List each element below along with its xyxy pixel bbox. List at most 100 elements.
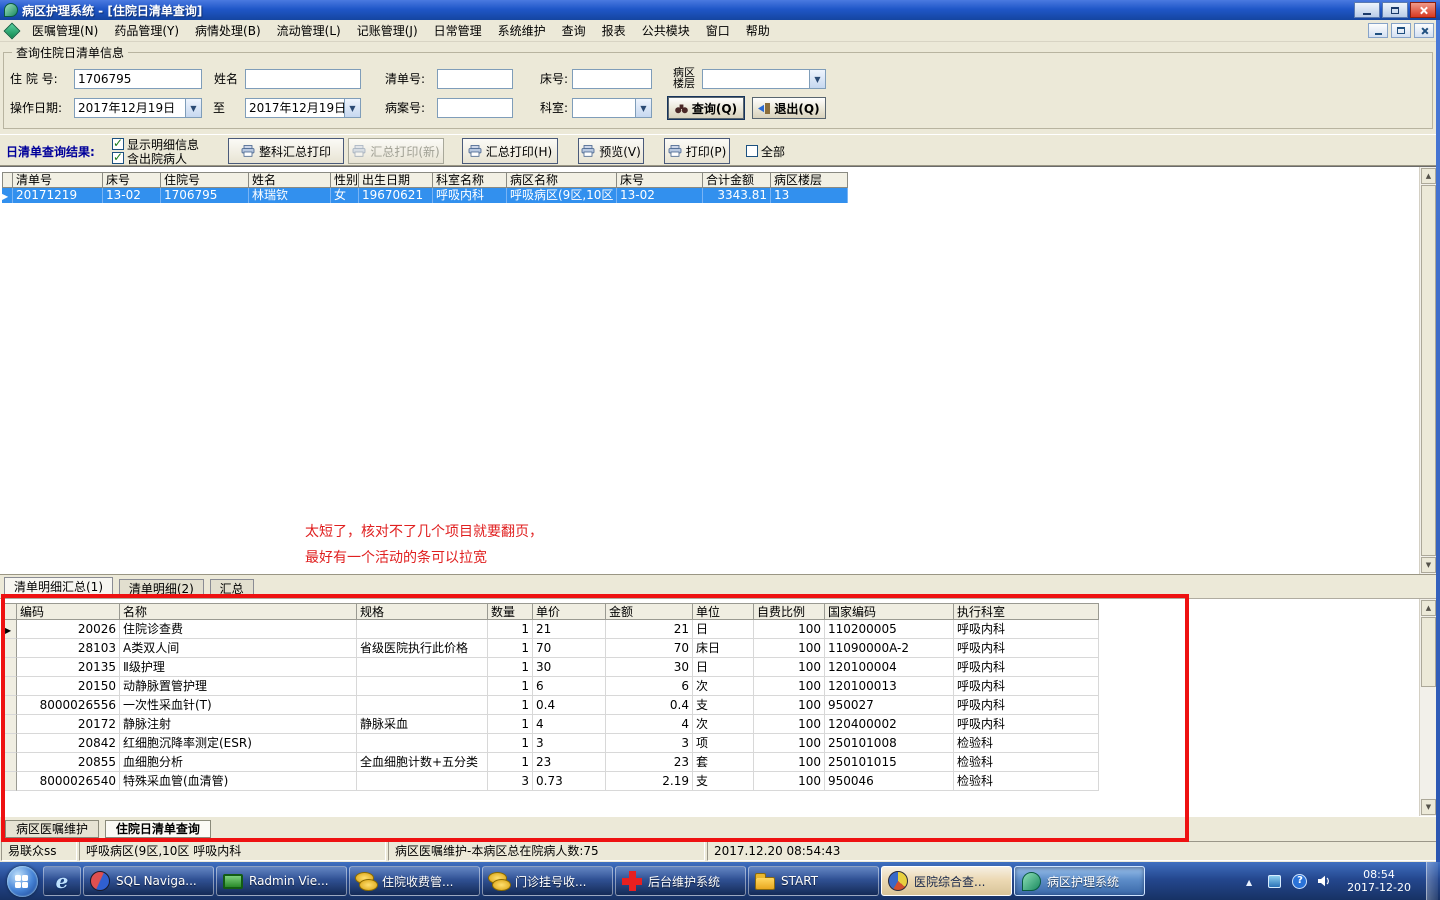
query-button[interactable]: 查询(Q)	[668, 97, 744, 119]
taskbar-button-radmin-viewer[interactable]: Radmin Vie...	[216, 866, 347, 896]
tab-summary[interactable]: 汇总	[209, 579, 254, 598]
menu-item[interactable]: 药品管理(Y)	[106, 19, 187, 42]
name-label: 姓名	[214, 72, 239, 86]
taskbar-button-inpatient-fee[interactable]: 住院收费管...	[349, 866, 480, 896]
menu-item[interactable]: 记账管理(J)	[349, 19, 426, 42]
summary-print-button[interactable]: 汇总打印(H)	[462, 138, 558, 164]
menu-item[interactable]: 窗口	[698, 19, 738, 42]
all-checkbox[interactable]: 全部	[746, 144, 785, 159]
detail-pane: 编码 名称 规格 数量 单价 金额 单位 自费比例 国家编码 执行科室 2002…	[0, 598, 1440, 816]
tab-inpatient-daily-list-query[interactable]: 住院日清单查询	[104, 820, 211, 838]
header-admission-no: 住院号	[161, 172, 249, 188]
bed-no-input[interactable]	[572, 69, 652, 89]
cell-self-pay-ratio: 100	[754, 696, 825, 715]
preview-button[interactable]: 预览(V)	[578, 138, 644, 164]
detail-grid-row[interactable]: 20842 红细胞沉降率测定(ESR) 1 3 3 项 100 25010100…	[4, 734, 1099, 753]
start-button[interactable]	[7, 865, 38, 897]
ward-floor-combo[interactable]	[702, 69, 826, 89]
checkbox-unchecked-icon	[746, 145, 758, 157]
taskbar-button-label: 门诊挂号收...	[515, 874, 587, 889]
tray-app-icon[interactable]	[1266, 873, 1282, 889]
name-input[interactable]	[245, 69, 361, 89]
detail-grid-row[interactable]: 28103 A类双人间 省级医院执行此价格 1 70 70 床日 100 110…	[4, 639, 1099, 658]
tray-help-icon[interactable]	[1291, 873, 1307, 889]
dropdown-arrow-icon[interactable]	[635, 99, 651, 117]
cell-spec	[357, 677, 488, 696]
volume-icon[interactable]	[1316, 873, 1332, 889]
menu-item[interactable]: 报表	[594, 19, 634, 42]
detail-grid-row[interactable]: 20855 血细胞分析 全血细胞计数+五分类 1 23 23 套 100 250…	[4, 753, 1099, 772]
show-desktop-button[interactable]	[1426, 862, 1438, 900]
menu-item[interactable]: 查询	[554, 19, 594, 42]
date-to-combo[interactable]: 2017年12月19日	[245, 98, 361, 118]
cell-exec-dept: 呼吸内科	[954, 715, 1099, 734]
results-row-selected[interactable]: 20171219 13-02 1706795 林瑞钦 女 19670621 呼吸…	[2, 188, 848, 203]
menu-item[interactable]: 流动管理(L)	[269, 19, 349, 42]
detail-grid-row[interactable]: 20135 Ⅱ级护理 1 30 30 日 100 120100004 呼吸内科	[4, 658, 1099, 677]
scroll-down-icon[interactable]	[1421, 557, 1436, 573]
admission-no-input[interactable]	[74, 69, 202, 89]
cell-qty: 1	[488, 753, 533, 772]
cell-list-no: 20171219	[13, 188, 103, 203]
taskbar-button-start-folder[interactable]: START	[748, 866, 879, 896]
cell-amount: 23	[606, 753, 693, 772]
detail-grid-row[interactable]: 20172 静脉注射 静脉采血 1 4 4 次 100 120400002 呼吸…	[4, 715, 1099, 734]
menu-item[interactable]: 日常管理	[426, 19, 490, 42]
dept-summary-print-button[interactable]: 整科汇总打印	[228, 138, 344, 164]
menu-item[interactable]: 系统维护	[490, 19, 554, 42]
taskbar-button-backend-maintenance[interactable]: 后台维护系统	[615, 866, 746, 896]
scroll-down-icon[interactable]	[1421, 799, 1436, 815]
header-unit: 单位	[693, 603, 754, 620]
dropdown-arrow-icon[interactable]	[809, 70, 825, 88]
menu-item[interactable]: 帮助	[738, 19, 778, 42]
taskbar-button-outpatient-registration[interactable]: 门诊挂号收...	[482, 866, 613, 896]
scroll-up-icon[interactable]	[1421, 600, 1436, 616]
taskbar-button-ward-nursing-system[interactable]: 病区护理系统	[1014, 866, 1145, 896]
detail-grid-row[interactable]: 8000026556 一次性采血针(T) 1 0.4 0.4 支 100 950…	[4, 696, 1099, 715]
scrollbar-thumb[interactable]	[1421, 185, 1436, 556]
tray-chevron-icon[interactable]	[1241, 873, 1257, 889]
taskbar-button-sql-navigator[interactable]: SQL Naviga...	[83, 866, 214, 896]
cell-item-name: A类双人间	[120, 639, 357, 658]
cell-amount: 21	[606, 620, 693, 639]
list-no-input[interactable]	[437, 69, 513, 89]
print-button[interactable]: 打印(P)	[664, 138, 730, 164]
detail-grid-row[interactable]: 8000026540 特殊采血管(血清管) 3 0.73 2.19 支 100 …	[4, 772, 1099, 791]
taskbar-button-hospital-query[interactable]: 医院综合查...	[881, 866, 1012, 896]
menu-item[interactable]: 病情处理(B)	[187, 19, 269, 42]
scrollbar-thumb[interactable]	[1421, 617, 1436, 687]
windows-flag-icon	[15, 874, 28, 888]
scroll-up-icon[interactable]	[1421, 168, 1436, 184]
detail-grid-row[interactable]: 20026 住院诊查费 1 21 21 日 100 110200005 呼吸内科	[4, 620, 1099, 639]
results-scrollbar[interactable]	[1419, 167, 1436, 574]
tab-detail-summary[interactable]: 清单明细汇总(1)	[4, 577, 113, 598]
maximize-button[interactable]	[1382, 2, 1408, 18]
mdi-restore-button[interactable]	[1391, 23, 1411, 38]
mdi-window-controls	[1368, 23, 1438, 38]
menu-item[interactable]: 医嘱管理(N)	[24, 19, 106, 42]
header-name: 姓名	[249, 172, 331, 188]
cell-unit-price: 30	[533, 658, 606, 677]
dropdown-arrow-icon[interactable]	[344, 99, 360, 117]
cell-qty: 1	[488, 658, 533, 677]
detail-grid-row[interactable]: 20150 动静脉置管护理 1 6 6 次 100 120100013 呼吸内科	[4, 677, 1099, 696]
mdi-close-button[interactable]	[1414, 23, 1434, 38]
tab-detail[interactable]: 清单明细(2)	[118, 579, 204, 598]
cell-national-code: 250101008	[825, 734, 954, 753]
close-button[interactable]	[1410, 2, 1436, 18]
mdi-minimize-button[interactable]	[1368, 23, 1388, 38]
dropdown-arrow-icon[interactable]	[185, 99, 201, 117]
internet-explorer-button[interactable]	[43, 866, 81, 896]
printer-icon	[468, 145, 482, 157]
minimize-button[interactable]	[1354, 2, 1380, 18]
taskbar-clock[interactable]: 08:54 2017-12-20	[1347, 868, 1411, 894]
menu-item[interactable]: 公共模块	[634, 19, 698, 42]
date-from-combo[interactable]: 2017年12月19日	[74, 98, 202, 118]
detail-scrollbar[interactable]	[1419, 599, 1436, 816]
dept-combo[interactable]	[572, 98, 652, 118]
tab-ward-order-maintenance[interactable]: 病区医嘱维护	[5, 820, 100, 838]
exit-button[interactable]: 退出(Q)	[752, 97, 826, 119]
results-grid-header: 清单号 床号 住院号 姓名 性别 出生日期 科室名称 病区名称 床号 合计金额 …	[2, 172, 848, 188]
include-discharged-checkbox[interactable]: 含出院病人	[112, 150, 187, 166]
case-no-input[interactable]	[437, 98, 513, 118]
